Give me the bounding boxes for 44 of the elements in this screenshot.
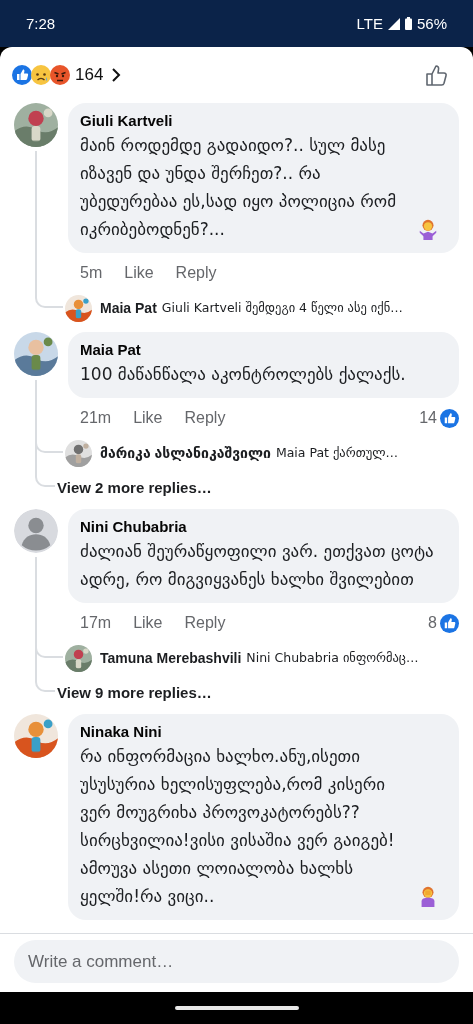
- reply-link[interactable]: Reply: [184, 614, 226, 632]
- comment-text: 100 მაწანწალა აკონტროლებს ქალაქს.: [80, 363, 407, 386]
- like-icon[interactable]: [425, 63, 449, 87]
- battery-percent: 56%: [416, 15, 447, 32]
- reply-preview: Nini Chubabria ინფორმაც…: [246, 650, 419, 666]
- comment-time: 5m: [80, 264, 103, 282]
- sad-face-icon: [31, 65, 51, 85]
- comment-text: ძალიან შეურაწყოფილი ვარ. ეთქვათ ცოტა ადრე, რო მიგვიყვანეს ხალხი შვილებით: [80, 540, 435, 591]
- home-handle[interactable]: [174, 1006, 299, 1010]
- avatar-icon: [14, 509, 58, 553]
- like-icon: [440, 613, 459, 633]
- reply-author[interactable]: Tamuna Merebashvili: [100, 650, 242, 666]
- like-link[interactable]: Like: [133, 614, 163, 632]
- shrugging-person-icon: [417, 218, 439, 240]
- like-link[interactable]: Like: [133, 409, 163, 427]
- view-more-replies-link[interactable]: View 9 more replies…: [57, 683, 212, 701]
- network-label: LTE: [356, 15, 383, 32]
- signal-icon: [387, 17, 400, 30]
- battery-icon: [404, 17, 412, 30]
- status-time: 7:28: [26, 15, 56, 32]
- reaction-count[interactable]: 164: [75, 65, 104, 85]
- reply-author[interactable]: მარიკა ასლანიკაშვილი: [100, 445, 271, 461]
- comment-text: რა ინფორმაცია ხალხო.ანუ,ისეთი უსუსურია ხელისუფლება,რომ კისერი ვერ მოუგრიხა პროვოკატორებს?? სირცხვილია!ვისი ვისაშია ვერ გაიგებ! ამოუვა ასეთი ლოიალობა ხალხს ყელში!რა ვიცი..: [80, 745, 396, 908]
- comment-time: 21m: [80, 409, 112, 427]
- author-name[interactable]: Ninaka Nini: [80, 721, 447, 742]
- reply-preview: Maia Pat ქართულ…: [275, 445, 398, 461]
- like-icon: [12, 65, 32, 85]
- like-icon: [440, 408, 459, 428]
- author-name[interactable]: Nini Chubabria: [80, 516, 447, 537]
- comment-time: 17m: [80, 614, 112, 632]
- like-count: 14: [419, 409, 437, 427]
- view-more-replies-link[interactable]: View 2 more replies…: [57, 478, 212, 496]
- like-link[interactable]: Like: [124, 264, 154, 282]
- author-name[interactable]: Maia Pat: [80, 339, 447, 360]
- chevron-right-icon[interactable]: [111, 67, 122, 83]
- reply-preview: Giuli Kartveli შემდეგი 4 წელი ასე იქნ…: [161, 300, 403, 316]
- comment-field[interactable]: Write a comment…: [14, 940, 459, 983]
- comment-text: მაინ როდემდე გადაიდო?.. სულ მასე იზავენ და უნდა შერჩეთ?.. რა უბედურებაა ეს,სად იყო პოლიცია რომ იკრიბებოდნენ?...: [80, 134, 398, 241]
- like-count: 8: [428, 614, 437, 632]
- author-name[interactable]: Giuli Kartveli: [80, 110, 447, 131]
- reply-link[interactable]: Reply: [184, 409, 226, 427]
- reply-link[interactable]: Reply: [175, 264, 217, 282]
- angry-face-icon: [50, 65, 70, 85]
- reply-author[interactable]: Maia Pat: [100, 300, 157, 316]
